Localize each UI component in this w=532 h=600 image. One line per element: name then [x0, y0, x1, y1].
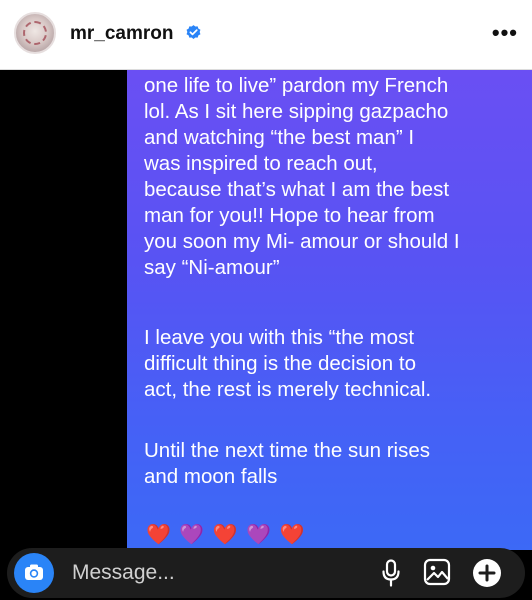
red-heart-icon: ❤️ — [146, 524, 171, 546]
camera-button[interactable] — [14, 553, 54, 593]
message-line: I leave you with this “the most — [144, 326, 415, 349]
red-heart-icon: ❤️ — [279, 524, 305, 546]
avatar[interactable] — [14, 12, 56, 54]
post-header: mr_camron ••• — [0, 0, 532, 70]
purple-heart-icon: 💜 — [246, 524, 271, 546]
message-line: lol. As I sit here sipping gazpacho — [144, 100, 449, 123]
message-line: act, the rest is merely technical. — [144, 378, 432, 401]
add-button[interactable] — [472, 558, 502, 588]
message-line: you soon my Mi- amour or should I — [144, 230, 460, 253]
red-heart-icon: ❤️ — [212, 524, 238, 546]
message-input[interactable]: Message... — [72, 561, 175, 585]
message-line: say “Ni-amour” — [144, 256, 280, 279]
message-line: one life to live” pardon my French — [144, 74, 449, 97]
heart-emoji-row: ❤️ 💜 ❤️ 💜 ❤️ — [146, 524, 308, 546]
gallery-icon[interactable] — [423, 558, 451, 586]
more-options-icon[interactable]: ••• — [492, 20, 518, 46]
message-line: man for you!! Hope to hear from — [144, 204, 435, 227]
camera-icon — [25, 564, 43, 580]
message-line: because that’s what I am the best — [144, 178, 450, 201]
message-line: difficult thing is the decision to — [144, 352, 416, 375]
username[interactable]: mr_camron — [70, 23, 174, 45]
message-line: was inspired to reach out, — [144, 152, 378, 175]
message-line: Until the next time the sun rises — [144, 439, 430, 462]
purple-heart-icon: 💜 — [179, 524, 205, 546]
microphone-icon[interactable] — [381, 559, 401, 587]
verified-badge-icon — [186, 25, 201, 39]
message-line: and moon falls — [144, 465, 278, 488]
message-line: and watching “the best man” I — [144, 126, 415, 149]
